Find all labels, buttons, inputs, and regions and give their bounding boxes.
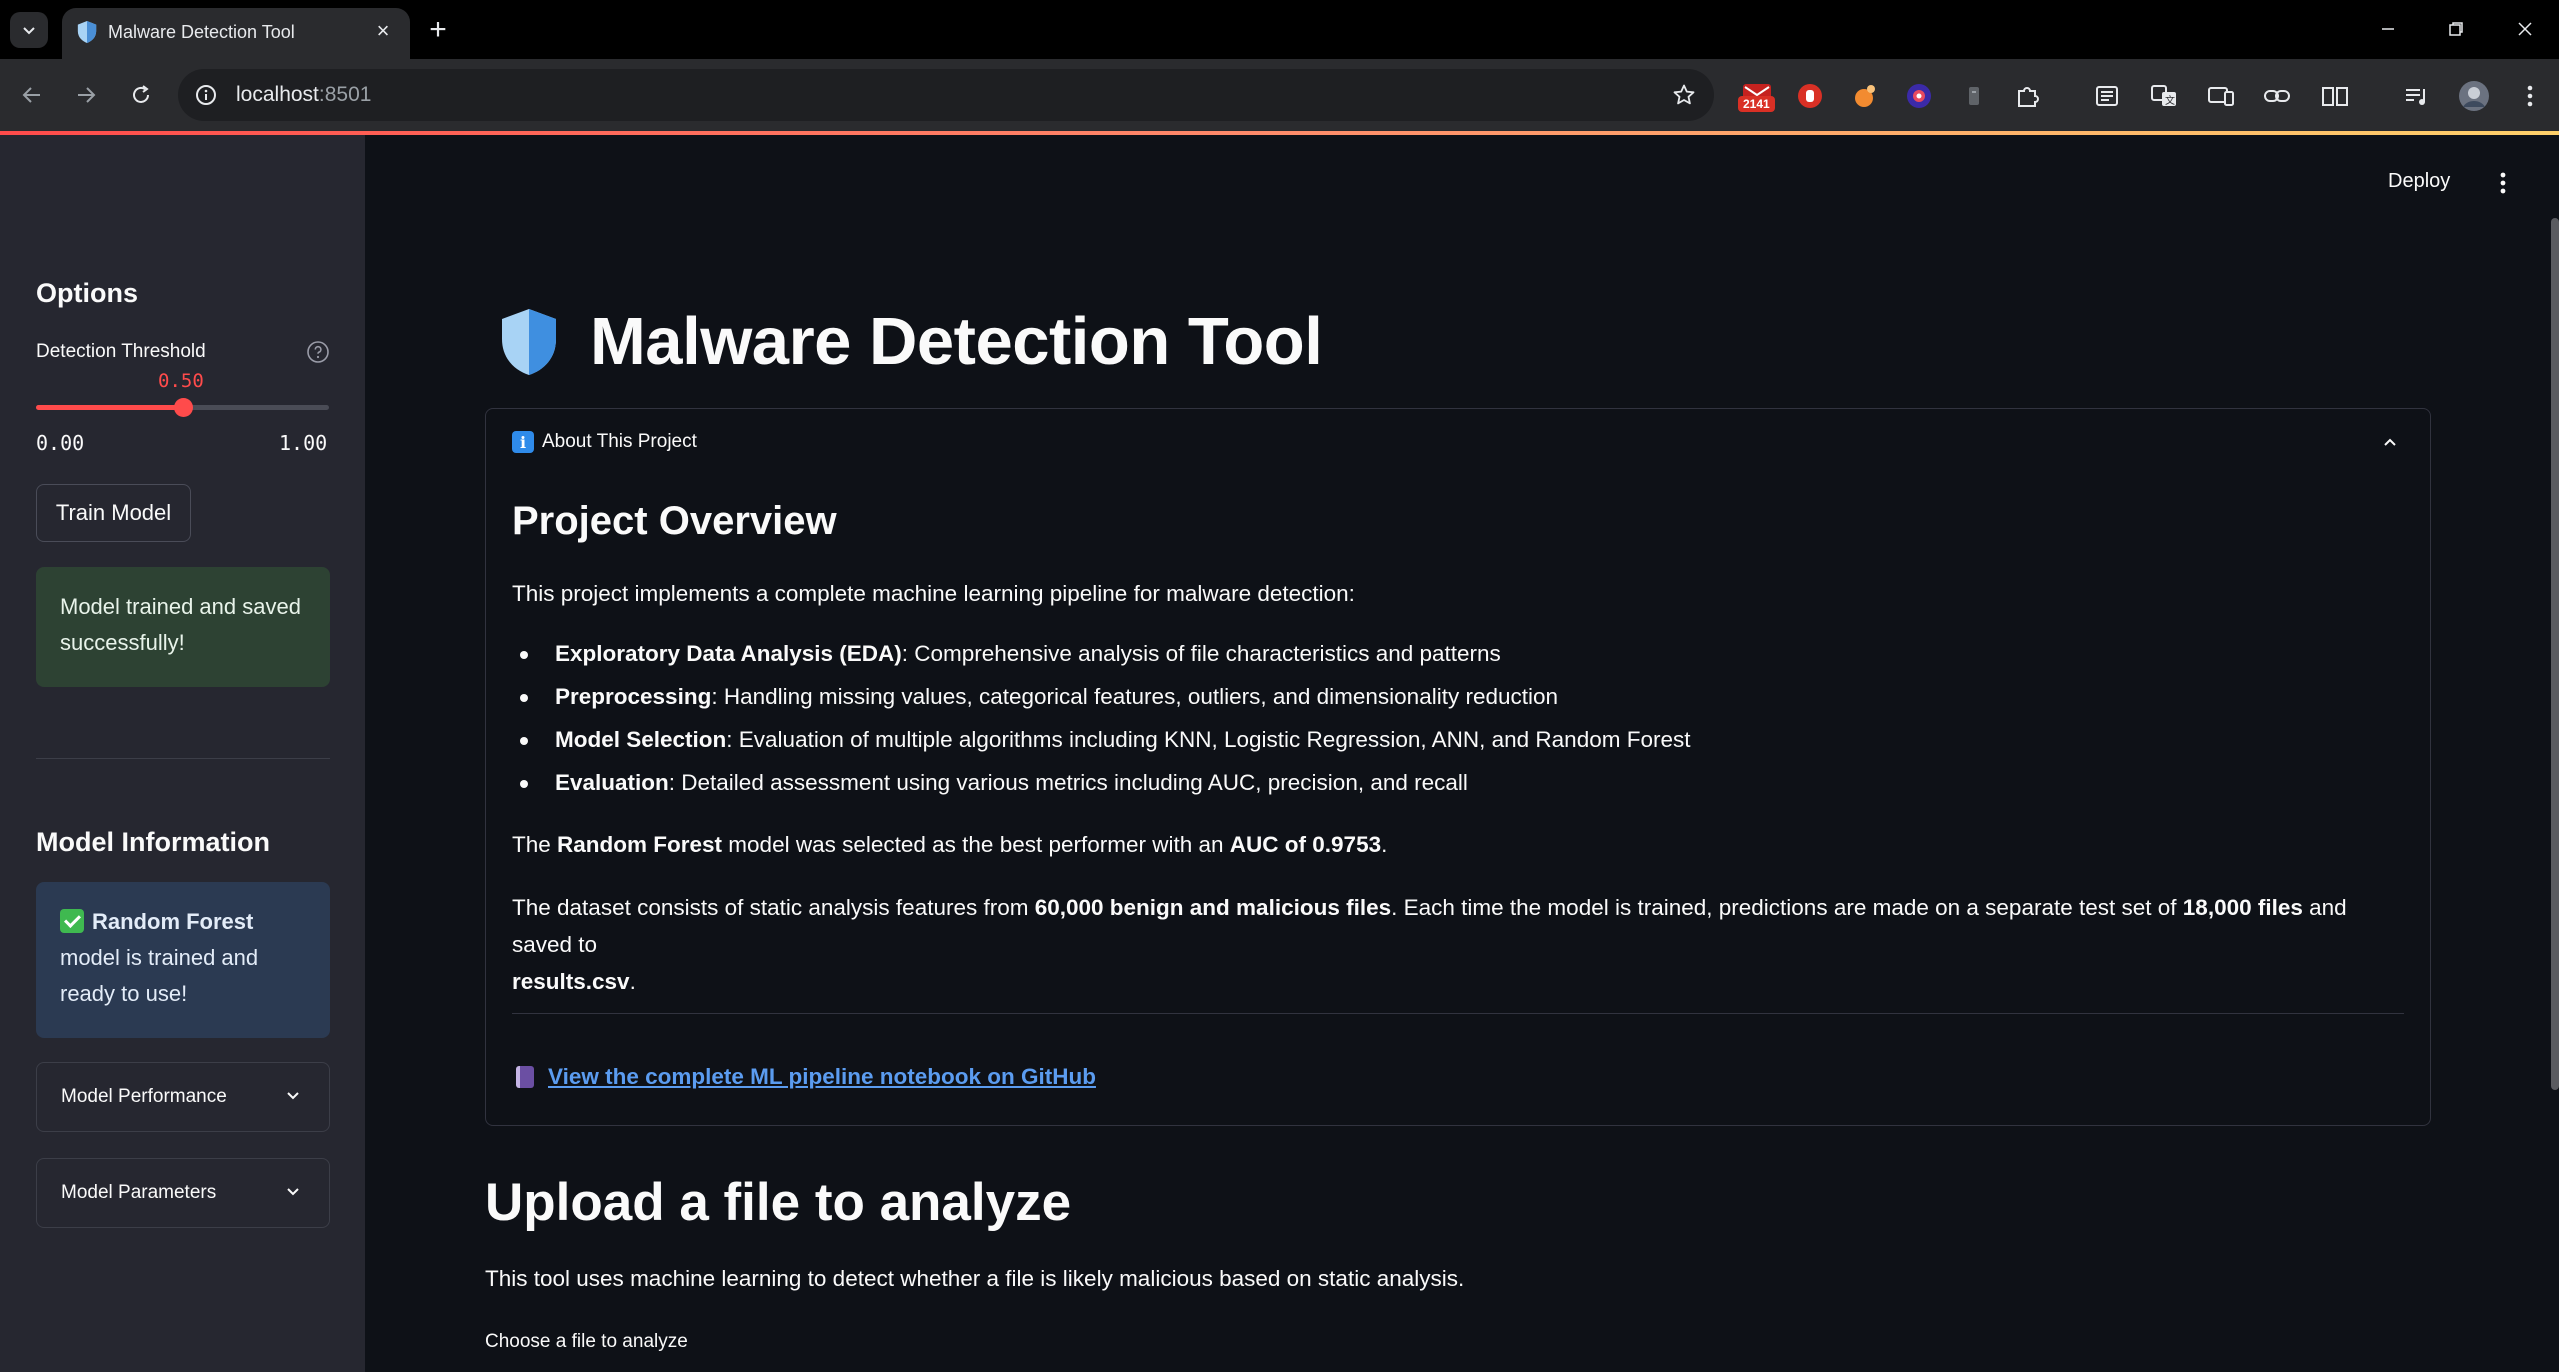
site-info-icon[interactable]	[192, 81, 220, 109]
browser-tabbar: Malware Detection Tool × +	[0, 0, 2559, 59]
help-icon[interactable]	[306, 340, 330, 364]
check-icon	[60, 909, 84, 933]
url-text: localhost:8501	[236, 83, 372, 106]
slider-max: 1.00	[279, 431, 328, 455]
threshold-slider[interactable]	[36, 398, 329, 417]
list-item: Exploratory Data Analysis (EDA): Compreh…	[512, 632, 1691, 675]
svg-text:文: 文	[2165, 94, 2175, 107]
browser-menu-icon[interactable]	[2513, 79, 2547, 113]
address-bar[interactable]: localhost:8501	[178, 69, 1714, 121]
list-item: Evaluation: Detailed assessment using va…	[512, 761, 1691, 804]
upload-description: This tool uses machine learning to detec…	[485, 1266, 1465, 1291]
threshold-value: 0.50	[158, 370, 204, 392]
browser-tab[interactable]: Malware Detection Tool ×	[62, 8, 410, 59]
model-parameters-expander[interactable]: Model Parameters	[36, 1158, 330, 1228]
options-heading: Options	[36, 278, 138, 308]
list-item: Model Selection: Evaluation of multiple …	[512, 718, 1691, 761]
about-header-label: About This Project	[542, 431, 697, 452]
dataset-paragraph: The dataset consists of static analysis …	[512, 895, 2347, 994]
reload-icon[interactable]	[121, 75, 161, 115]
window-close-icon[interactable]	[2505, 12, 2545, 46]
chevron-up-icon[interactable]	[2380, 433, 2400, 453]
link-icon[interactable]	[2260, 79, 2294, 113]
back-icon[interactable]	[12, 75, 52, 115]
page-title: Malware Detection Tool	[498, 303, 1323, 380]
threshold-label: Detection Threshold	[36, 341, 206, 362]
shield-icon	[502, 308, 556, 375]
github-notebook-link[interactable]: View the complete ML pipeline notebook o…	[548, 1064, 1096, 1090]
new-tab-button[interactable]: +	[422, 13, 454, 46]
success-message: Model trained and saved successfully!	[36, 567, 330, 687]
sidebar-divider	[36, 758, 330, 759]
color-extension-icon[interactable]	[1902, 79, 1936, 113]
forward-icon[interactable]	[66, 75, 106, 115]
shield-icon	[77, 21, 97, 43]
upload-heading: Upload a file to analyze	[485, 1173, 1072, 1232]
grey-extension-icon[interactable]	[1957, 79, 1991, 113]
chevron-down-icon	[23, 27, 35, 35]
puzzle-extensions-icon[interactable]	[2011, 79, 2045, 113]
tab-title: Malware Detection Tool	[108, 22, 295, 42]
info-icon: i	[512, 431, 534, 453]
orange-extension-icon[interactable]	[1848, 79, 1882, 113]
model-performance-expander[interactable]: Model Performance	[36, 1062, 330, 1132]
translate-icon[interactable]: 文	[2147, 79, 2181, 113]
notebook-icon	[516, 1066, 534, 1088]
bookmark-star-icon[interactable]	[1670, 81, 1698, 109]
about-expander: i About This Project Project Overview Th…	[485, 408, 2431, 1126]
slider-min: 0.00	[36, 431, 85, 455]
intro-paragraph: This project implements a complete machi…	[512, 581, 1355, 606]
file-uploader-label: Choose a file to analyze	[485, 1331, 688, 1352]
tab-close-icon[interactable]: ×	[370, 18, 396, 44]
slider-fill	[36, 405, 183, 410]
title-text: Malware Detection Tool	[590, 304, 1323, 379]
stop-extension-icon[interactable]	[1793, 79, 1827, 113]
train-model-button[interactable]: Train Model	[36, 484, 191, 542]
about-expander-header[interactable]: i About This Project	[512, 431, 697, 453]
app-menu-icon[interactable]	[2493, 170, 2513, 196]
model-info-heading: Model Information	[36, 827, 270, 857]
expander-label: Model Parameters	[61, 1182, 217, 1203]
reading-mode-icon[interactable]	[2318, 79, 2352, 113]
about-divider	[512, 1013, 2404, 1014]
feature-list: Exploratory Data Analysis (EDA): Compreh…	[512, 632, 1691, 804]
profile-avatar-icon[interactable]	[2457, 79, 2491, 113]
page-scrollbar[interactable]	[2551, 218, 2559, 1090]
restore-icon[interactable]	[2436, 12, 2476, 46]
project-overview-heading: Project Overview	[512, 499, 837, 543]
list-item: Preprocessing: Handling missing values, …	[512, 675, 1691, 718]
minimize-icon[interactable]	[2368, 12, 2408, 46]
chevron-down-icon	[287, 1092, 299, 1100]
chevron-down-icon	[287, 1188, 299, 1196]
github-link-row: View the complete ML pipeline notebook o…	[512, 1064, 1096, 1090]
media-controls-icon[interactable]	[2400, 79, 2434, 113]
browser-toolbar: localhost:8501 文 2141	[0, 59, 2559, 165]
extension-count-badge: 2141	[1738, 96, 1775, 112]
slider-thumb[interactable]	[173, 398, 193, 417]
cast-devices-icon[interactable]	[2204, 79, 2238, 113]
tab-search-button[interactable]	[10, 12, 48, 48]
best-model-paragraph: The Random Forest model was selected as …	[512, 832, 1388, 857]
deploy-button[interactable]: Deploy	[2388, 170, 2450, 193]
reading-list-icon[interactable]	[2090, 79, 2124, 113]
expander-label: Model Performance	[61, 1086, 227, 1107]
model-status-box: Random Forest model is trained and ready…	[36, 882, 330, 1038]
